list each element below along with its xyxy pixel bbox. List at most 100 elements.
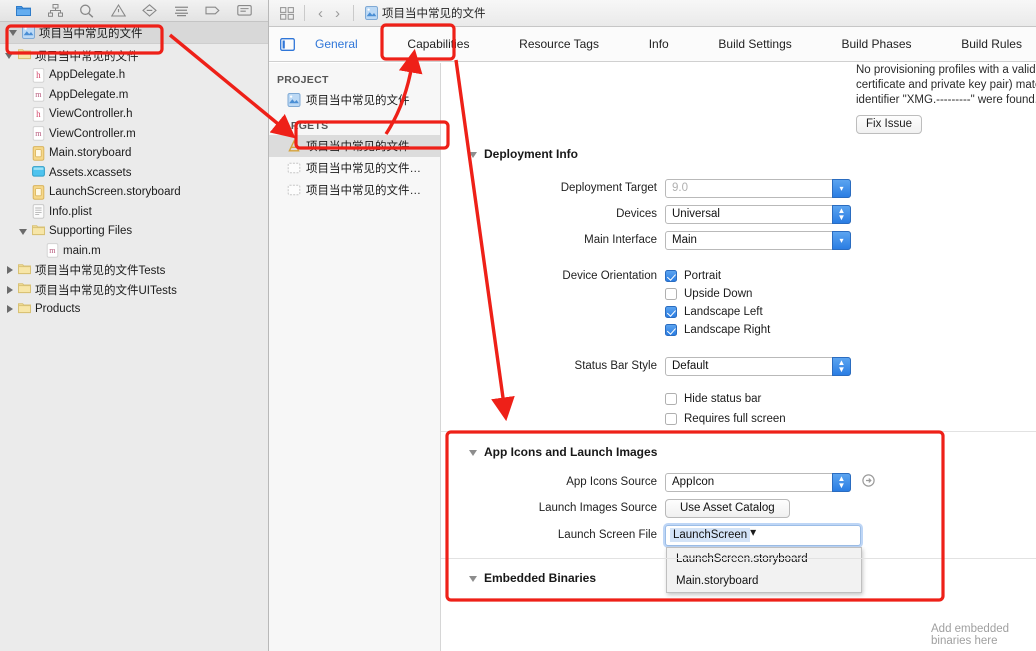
- updown-stepper-icon[interactable]: ▲ ▼: [832, 356, 851, 376]
- disclosure-triangle-icon[interactable]: [8, 27, 19, 38]
- status-bar-option[interactable]: Hide status bar: [665, 389, 786, 409]
- disclosure-triangle-icon[interactable]: [4, 265, 15, 276]
- sidebar-toggle-icon[interactable]: [269, 37, 305, 51]
- status-bar-option[interactable]: Requires full screen: [665, 409, 786, 429]
- navigator-project-root-row[interactable]: 项目当中常见的文件: [0, 22, 268, 44]
- embedded-binaries-section-header[interactable]: Embedded Binaries: [468, 571, 596, 585]
- deployment-target-row: Deployment Target 9.0 ▾: [481, 175, 851, 201]
- general-settings-pane: No provisioning profiles with a valid si…: [441, 63, 1036, 651]
- disclosure-triangle-icon[interactable]: [468, 447, 479, 458]
- orientation-option[interactable]: Landscape Left: [665, 303, 770, 321]
- status-bar-style-control[interactable]: Default ▲ ▼: [665, 356, 851, 376]
- use-asset-catalog-button[interactable]: Use Asset Catalog: [665, 498, 790, 518]
- tab-general[interactable]: General: [305, 37, 368, 51]
- disclosure-triangle-icon[interactable]: [4, 304, 15, 315]
- chevron-left-icon[interactable]: ‹: [312, 5, 329, 22]
- navigator-tree-row[interactable]: Main.storyboard: [0, 144, 268, 164]
- disclosure-triangle-icon[interactable]: [18, 226, 29, 237]
- signing-warning-block: No provisioning profiles with a valid si…: [856, 63, 1036, 134]
- app-icons-source-popup-button[interactable]: AppIcon ▲ ▼: [665, 472, 851, 492]
- tab-capabilities[interactable]: Capabilities: [397, 37, 479, 51]
- chevron-down-icon[interactable]: ▾: [832, 178, 851, 198]
- hierarchy-icon[interactable]: [45, 3, 65, 19]
- launch-images-source-control[interactable]: Use Asset Catalog: [665, 498, 790, 518]
- target-list-item-uitests[interactable]: 项目当中常见的文件…: [269, 179, 440, 201]
- navigator-tree-row[interactable]: Supporting Files: [0, 222, 268, 242]
- updown-stepper-icon[interactable]: ▲ ▼: [832, 204, 851, 224]
- chevron-down-icon[interactable]: ▾: [750, 525, 771, 546]
- main-interface-combobox[interactable]: Main ▾: [665, 230, 851, 250]
- report-icon[interactable]: [234, 3, 254, 19]
- main-interface-control[interactable]: Main ▾: [665, 230, 851, 250]
- devices-popup-button[interactable]: Universal ▲ ▼: [665, 204, 851, 224]
- checkbox-icon[interactable]: [665, 393, 677, 405]
- signing-warning-text: No provisioning profiles with a valid si…: [856, 64, 1036, 106]
- warning-icon[interactable]: [108, 3, 128, 19]
- tab-info[interactable]: Info: [639, 37, 679, 51]
- navigator-tree-row[interactable]: 项目当中常见的文件Tests: [0, 261, 268, 281]
- tab-build-phases[interactable]: Build Phases: [832, 37, 922, 51]
- app-icons-source-label: App Icons Source: [566, 476, 657, 488]
- app-icons-source-control[interactable]: AppIcon ▲ ▼: [665, 472, 875, 492]
- checkbox-icon[interactable]: [665, 324, 677, 336]
- orientation-option[interactable]: Upside Down: [665, 285, 770, 303]
- tab-resource-tags[interactable]: Resource Tags: [509, 37, 609, 51]
- checkbox-icon[interactable]: [665, 270, 677, 282]
- navigator-tree-row[interactable]: Info.plist: [0, 202, 268, 222]
- project-list-item[interactable]: 项目当中常见的文件: [269, 89, 440, 111]
- status-bar-option-label: Requires full screen: [684, 413, 786, 425]
- jump-bar-breadcrumb[interactable]: 项目当中常见的文件: [363, 5, 486, 21]
- launch-screen-menu-item[interactable]: Main.storyboard: [667, 570, 861, 592]
- tag-icon[interactable]: [203, 3, 223, 19]
- launch-screen-file-control[interactable]: LaunchScreen ▾ LaunchScreen.storyboard Ma…: [665, 524, 862, 593]
- disclosure-triangle-icon[interactable]: [468, 573, 479, 584]
- launch-screen-file-combobox[interactable]: LaunchScreen ▾ LaunchScreen.storyboard Ma…: [665, 524, 862, 593]
- status-bar-style-label: Status Bar Style: [574, 360, 657, 372]
- orientation-option[interactable]: Portrait: [665, 267, 770, 285]
- navigator-tree-row[interactable]: Products: [0, 300, 268, 320]
- main-interface-label: Main Interface: [584, 234, 657, 246]
- fix-issue-button[interactable]: Fix Issue: [856, 115, 923, 134]
- checkbox-icon[interactable]: [665, 413, 677, 425]
- updown-stepper-icon[interactable]: ▲ ▼: [832, 472, 851, 492]
- navigator-tree-row[interactable]: h AppDelegate.h: [0, 66, 268, 86]
- status-bar-options-spacer: [481, 389, 665, 429]
- navigator-tree-row[interactable]: 项目当中常见的文件UITests: [0, 280, 268, 300]
- tab-build-rules[interactable]: Build Rules: [951, 37, 1032, 51]
- folder-icon[interactable]: [14, 3, 34, 19]
- navigator-tree-row[interactable]: LaunchScreen.storyboard: [0, 183, 268, 203]
- open-arrow-icon[interactable]: [862, 474, 875, 490]
- navigator-tree-row[interactable]: 项目当中常见的文件: [0, 46, 268, 66]
- disclosure-triangle-icon[interactable]: [468, 149, 479, 160]
- chevron-right-icon[interactable]: ›: [329, 5, 346, 22]
- issue-icon[interactable]: [140, 3, 160, 19]
- devices-control[interactable]: Universal ▲ ▼: [665, 204, 851, 224]
- editor-area: ‹ › 项目当中常见的文件 General Capabilities Resourc…: [269, 0, 1036, 651]
- target-list-item-tests[interactable]: 项目当中常见的文件…: [269, 157, 440, 179]
- navigator-tree-row[interactable]: m main.m: [0, 241, 268, 261]
- search-icon[interactable]: [77, 3, 97, 19]
- disclosure-triangle-icon[interactable]: [4, 50, 15, 61]
- navigator-tree-row[interactable]: Assets.xcassets: [0, 163, 268, 183]
- deployment-target-control[interactable]: 9.0 ▾: [665, 178, 851, 198]
- orientation-option[interactable]: Landscape Right: [665, 321, 770, 339]
- status-bar-style-popup-button[interactable]: Default ▲ ▼: [665, 356, 851, 376]
- navigator-tree-row[interactable]: m AppDelegate.m: [0, 85, 268, 105]
- navigator-tree-row[interactable]: m ViewController.m: [0, 124, 268, 144]
- navigator-tree-row[interactable]: h ViewController.h: [0, 105, 268, 125]
- navigator-tree-row-label: Info.plist: [49, 205, 92, 218]
- test-icon[interactable]: [171, 3, 191, 19]
- target-list-item-app[interactable]: 项目当中常见的文件: [269, 135, 440, 157]
- checkbox-icon[interactable]: [665, 288, 677, 300]
- tab-build-settings[interactable]: Build Settings: [708, 37, 801, 51]
- grid-icon[interactable]: [277, 6, 297, 20]
- deployment-target-combobox[interactable]: 9.0 ▾: [665, 178, 851, 198]
- app-icons-section-header[interactable]: App Icons and Launch Images: [468, 445, 657, 459]
- chevron-down-icon[interactable]: ▾: [832, 230, 851, 250]
- deployment-info-section-header[interactable]: Deployment Info: [468, 147, 578, 161]
- checkbox-icon[interactable]: [665, 306, 677, 318]
- devices-label: Devices: [616, 208, 657, 220]
- disclosure-triangle-icon[interactable]: [4, 284, 15, 295]
- navigator-tree-row-label: Products: [35, 303, 81, 316]
